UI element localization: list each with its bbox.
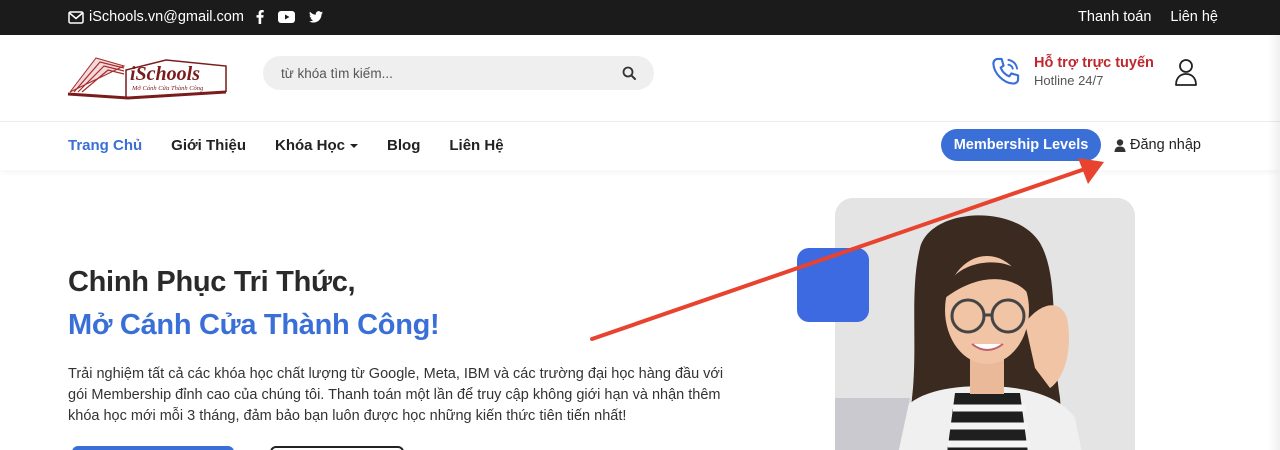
woman-with-laptop-illustration xyxy=(835,198,1135,450)
nav-item-home[interactable]: Trang Chủ xyxy=(68,137,142,154)
search-input[interactable] xyxy=(263,56,593,90)
caret-down-icon xyxy=(350,144,359,149)
phone-icon xyxy=(992,57,1020,85)
hero-description: Trải nghiệm tất cả các khóa học chất lượ… xyxy=(68,366,724,424)
ischools-logo[interactable]: iSchools Mở Cánh Cửa Thành Công xyxy=(66,52,230,106)
hero-secondary-button[interactable] xyxy=(270,446,404,450)
nav-item-contact[interactable]: Liên Hệ xyxy=(449,137,503,154)
hero-title-line1: Chinh Phục Tri Thức, xyxy=(68,266,356,298)
contact-email[interactable]: iSchools.vn@gmail.com xyxy=(68,9,244,25)
search-box xyxy=(263,56,654,90)
top-link-contact[interactable]: Liên hệ xyxy=(1170,9,1218,25)
support-title: Hỗ trợ trực tuyến xyxy=(1034,55,1154,71)
youtube-icon[interactable] xyxy=(278,11,295,23)
login-label: Đăng nhập xyxy=(1130,137,1201,153)
login-link[interactable]: Đăng nhập xyxy=(1114,137,1201,153)
twitter-icon[interactable] xyxy=(309,11,323,23)
email-text: iSchools.vn@gmail.com xyxy=(89,9,244,25)
online-support[interactable]: Hỗ trợ trực tuyến Hotline 24/7 xyxy=(990,54,1154,89)
top-links: Thanh toán Liên hệ xyxy=(1078,9,1218,25)
decorative-blue-square xyxy=(797,248,869,322)
nav-item-blog[interactable]: Blog xyxy=(387,137,420,154)
page-edge-shadow xyxy=(1268,35,1280,450)
hero-photo xyxy=(835,198,1135,450)
search-icon[interactable] xyxy=(622,66,636,80)
user-icon[interactable] xyxy=(1174,58,1198,86)
hero-title-line2: Mở Cánh Cửa Thành Công! xyxy=(68,309,440,341)
nav-item-courses-label: Khóa Học xyxy=(275,137,346,154)
top-link-payment[interactable]: Thanh toán xyxy=(1078,9,1151,25)
facebook-icon[interactable] xyxy=(256,10,264,24)
main-nav: Trang Chủ Giới Thiệu Khóa Học Blog Liên … xyxy=(0,122,1280,170)
logo-wordmark: iSchools xyxy=(130,63,200,85)
membership-levels-button[interactable]: Membership Levels xyxy=(941,129,1101,161)
user-solid-icon xyxy=(1114,138,1126,152)
logo-tagline: Mở Cánh Cửa Thành Công xyxy=(131,85,204,92)
nav-menu: Trang Chủ Giới Thiệu Khóa Học Blog Liên … xyxy=(68,137,504,154)
nav-item-about[interactable]: Giới Thiệu xyxy=(171,137,246,154)
social-links xyxy=(256,10,323,24)
hero-primary-button[interactable] xyxy=(72,446,234,450)
top-bar: iSchools.vn@gmail.com Thanh toán Liên hệ xyxy=(0,0,1280,35)
header: iSchools Mở Cánh Cửa Thành Công Hỗ trợ t… xyxy=(0,35,1280,122)
mail-icon xyxy=(68,10,84,24)
support-hotline: Hotline 24/7 xyxy=(1034,73,1104,88)
nav-item-courses[interactable]: Khóa Học xyxy=(275,137,359,154)
